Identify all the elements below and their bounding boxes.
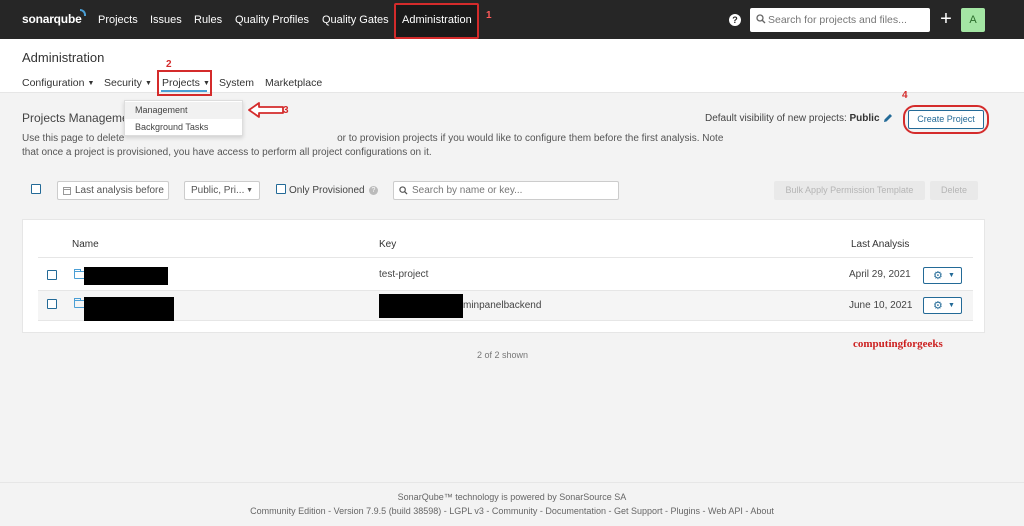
divider	[38, 257, 973, 258]
section-title: Projects Manageme	[22, 111, 129, 125]
projects-dropdown-menu: Management Background Tasks	[124, 100, 243, 136]
footer-divider	[0, 482, 1024, 483]
annotation-arrow-icon	[247, 101, 287, 119]
chevron-down-icon: ▼	[246, 182, 253, 199]
project-search-placeholder: Search by name or key...	[412, 185, 522, 196]
help-icon[interactable]: ?	[729, 14, 741, 26]
bulk-apply-permission-button[interactable]: Bulk Apply Permission Template	[774, 181, 925, 200]
footer-links[interactable]: Community Edition - Version 7.9.5 (build…	[0, 506, 1024, 516]
menu-item-management[interactable]: Management	[125, 102, 242, 119]
annotation-2: 2	[166, 59, 172, 70]
search-icon	[756, 14, 766, 24]
chevron-down-icon: ▼	[948, 300, 955, 312]
visibility-select[interactable]: Public, Pri... ▼	[184, 181, 260, 200]
subnav-label: Configuration	[22, 77, 84, 89]
page-title: Administration	[22, 50, 104, 65]
search-icon	[399, 186, 408, 195]
subnav-security[interactable]: Security▼	[104, 77, 152, 89]
column-header-name: Name	[72, 239, 99, 250]
description-line-2: that once a project is provisioned, you …	[22, 146, 632, 160]
footer-powered-by: SonarQube™ technology is powered by Sona…	[0, 492, 1024, 502]
projects-highlight	[157, 70, 212, 96]
project-last-analysis: June 10, 2021	[849, 300, 912, 311]
divider	[38, 320, 973, 321]
project-search-input[interactable]: Search by name or key...	[393, 181, 619, 200]
nav-quality-profiles[interactable]: Quality Profiles	[235, 14, 309, 26]
calendar-icon	[63, 186, 71, 195]
subnav-configuration[interactable]: Configuration▼	[22, 77, 94, 89]
global-search[interactable]	[750, 8, 930, 32]
subnav-label: Security	[104, 77, 142, 89]
row-checkbox[interactable]	[47, 270, 57, 280]
last-analysis-placeholder: Last analysis before	[75, 185, 164, 196]
add-icon[interactable]: +	[939, 8, 953, 32]
gear-icon: ⚙	[933, 269, 943, 283]
select-all-checkbox[interactable]	[31, 184, 41, 194]
visibility-select-value: Public, Pri...	[191, 185, 244, 196]
project-actions-button[interactable]: ⚙ ▼	[923, 267, 962, 284]
only-provisioned-checkbox[interactable]	[276, 184, 286, 194]
shown-count: 2 of 2 shown	[477, 350, 528, 360]
admin-header: Administration Configuration▼ Security▼ …	[0, 39, 1024, 93]
chevron-down-icon: ▼	[87, 80, 94, 87]
redacted-project-name	[84, 297, 174, 321]
redacted-project-key	[379, 294, 463, 318]
sonarqube-logo[interactable]: sonarqube	[22, 12, 82, 26]
default-visibility: Default visibility of new projects: Publ…	[705, 113, 880, 124]
row-checkbox[interactable]	[47, 299, 57, 309]
top-navbar: sonarqube Projects Issues Rules Quality …	[0, 0, 1024, 39]
chevron-down-icon: ▼	[145, 80, 152, 87]
redacted-project-name	[84, 267, 168, 285]
annotation-1: 1	[486, 10, 492, 21]
avatar[interactable]: A	[961, 8, 985, 32]
watermark: computingforgeeks	[853, 338, 943, 350]
help-circle-icon[interactable]: ?	[369, 186, 378, 195]
nav-administration[interactable]: Administration	[402, 14, 472, 26]
nav-rules[interactable]: Rules	[194, 14, 222, 26]
edit-pencil-icon[interactable]	[883, 113, 893, 123]
chevron-down-icon: ▼	[948, 270, 955, 282]
nav-projects[interactable]: Projects	[98, 14, 138, 26]
annotation-4: 4	[902, 90, 908, 101]
gear-icon: ⚙	[933, 299, 943, 313]
column-header-last-analysis: Last Analysis	[851, 239, 909, 250]
project-last-analysis: April 29, 2021	[849, 269, 911, 280]
global-search-input[interactable]	[768, 11, 926, 29]
last-analysis-date-input[interactable]: Last analysis before	[57, 181, 169, 200]
project-actions-button[interactable]: ⚙ ▼	[923, 297, 962, 314]
active-tab-underline	[161, 90, 207, 92]
project-key: test-project	[379, 269, 428, 280]
logo-wave-icon	[80, 9, 86, 16]
delete-button[interactable]: Delete	[930, 181, 978, 200]
create-project-button[interactable]: Create Project	[908, 110, 984, 129]
page-description: Use this page to delete or to provision …	[22, 132, 632, 160]
column-header-key: Key	[379, 239, 396, 250]
subnav-system[interactable]: System	[219, 77, 254, 89]
nav-issues[interactable]: Issues	[150, 14, 182, 26]
project-key: minpanelbackend	[463, 300, 541, 311]
annotation-3: 3	[283, 105, 289, 116]
only-provisioned-label: Only Provisioned	[289, 185, 365, 196]
nav-quality-gates[interactable]: Quality Gates	[322, 14, 389, 26]
description-line-1: Use this page to delete or to provision …	[22, 132, 632, 146]
subnav-marketplace[interactable]: Marketplace	[265, 77, 322, 89]
menu-item-background-tasks[interactable]: Background Tasks	[125, 119, 242, 136]
